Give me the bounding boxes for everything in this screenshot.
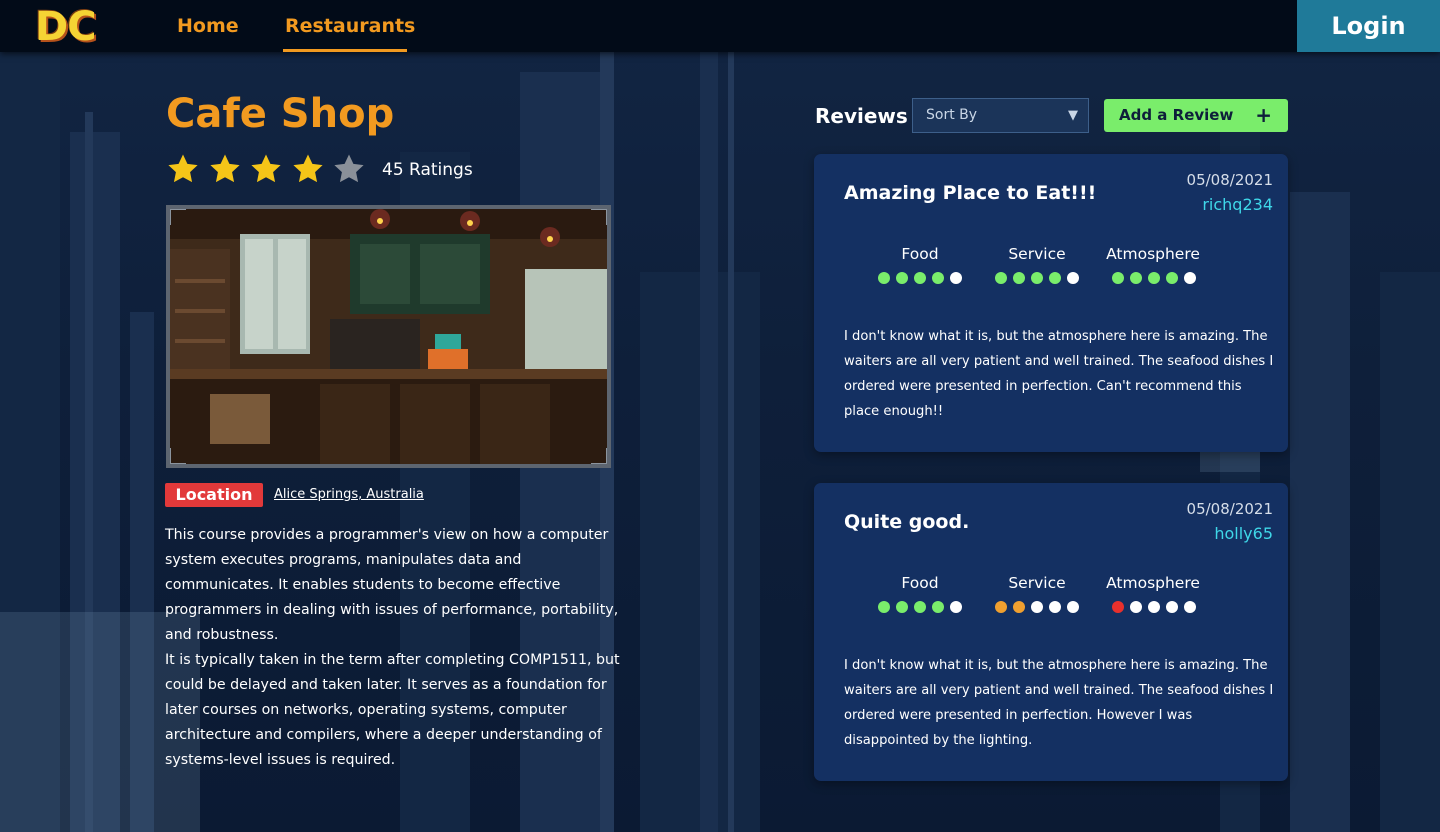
star-filled-icon: [249, 152, 291, 188]
review-date: 05/08/2021: [1186, 171, 1273, 189]
nav-home-link[interactable]: Home: [177, 13, 239, 39]
review-date: 05/08/2021: [1186, 500, 1273, 518]
rating-dot-empty: [950, 272, 962, 284]
rating-dot-empty: [1067, 601, 1079, 613]
review-body: I don't know what it is, but the atmosph…: [844, 658, 1274, 748]
plus-icon: +: [1255, 103, 1272, 127]
rating-stars: [166, 152, 374, 188]
login-button[interactable]: Login: [1297, 0, 1440, 52]
sort-by-label: Sort By: [926, 107, 978, 123]
reviews-heading: Reviews: [815, 104, 908, 128]
review-username[interactable]: holly65: [1214, 523, 1273, 545]
rating-dot-filled: [1148, 272, 1160, 284]
sort-by-dropdown[interactable]: Sort By ▼: [912, 98, 1089, 133]
rating-dot-filled: [878, 601, 890, 613]
food-rating-dots: [878, 272, 968, 284]
rating-category-atmosphere: Atmosphere: [1106, 574, 1200, 592]
rating-dot-filled: [1031, 272, 1043, 284]
star-filled-icon: [166, 152, 208, 188]
rating-dot-empty: [1184, 601, 1196, 613]
site-logo[interactable]: DC: [35, 6, 97, 48]
rating-dot-filled: [914, 601, 926, 613]
atmosphere-rating-dots: [1112, 272, 1202, 284]
rating-dot-filled: [1112, 601, 1124, 613]
cafe-interior-illustration: [170, 209, 607, 464]
description-paragraph: This course provides a programmer's view…: [165, 527, 619, 643]
review-title: Quite good.: [844, 511, 970, 533]
rating-category-food: Food: [901, 245, 939, 263]
food-rating-dots: [878, 601, 968, 613]
rating-dot-filled: [1130, 272, 1142, 284]
rating-dot-filled: [878, 272, 890, 284]
rating-dot-filled: [896, 272, 908, 284]
rating-dot-filled: [995, 272, 1007, 284]
restaurant-photo: [166, 205, 611, 468]
rating-dot-empty: [950, 601, 962, 613]
star-filled-icon: [291, 152, 333, 188]
review-body: I don't know what it is, but the atmosph…: [844, 329, 1274, 419]
rating-dot-filled: [1013, 272, 1025, 284]
review-card: Quite good. 05/08/2021 holly65 Food Serv…: [814, 483, 1288, 781]
rating-dot-empty: [1049, 601, 1061, 613]
rating-category-service: Service: [1008, 245, 1066, 263]
rating-dot-empty: [1031, 601, 1043, 613]
service-rating-dots: [995, 272, 1085, 284]
nav-restaurants-link[interactable]: Restaurants: [285, 13, 415, 39]
add-review-label: Add a Review: [1119, 106, 1234, 124]
rating-category-service: Service: [1008, 574, 1066, 592]
rating-dot-empty: [1148, 601, 1160, 613]
star-filled-icon: [208, 152, 250, 188]
rating-dot-filled: [1013, 601, 1025, 613]
star-empty-icon: [332, 152, 374, 188]
rating-dot-empty: [1166, 601, 1178, 613]
rating-dot-filled: [914, 272, 926, 284]
restaurant-title: Cafe Shop: [166, 91, 395, 137]
rating-dot-empty: [1130, 601, 1142, 613]
review-username[interactable]: richq234: [1202, 194, 1273, 216]
rating-dot-empty: [1067, 272, 1079, 284]
rating-dot-filled: [995, 601, 1007, 613]
ratings-count: 45 Ratings: [382, 160, 473, 180]
rating-dot-filled: [1049, 272, 1061, 284]
rating-category-food: Food: [901, 574, 939, 592]
rating-dot-filled: [1112, 272, 1124, 284]
rating-dot-filled: [1166, 272, 1178, 284]
atmosphere-rating-dots: [1112, 601, 1202, 613]
service-rating-dots: [995, 601, 1085, 613]
rating-category-atmosphere: Atmosphere: [1106, 245, 1200, 263]
chevron-down-icon: ▼: [1068, 108, 1078, 123]
review-title: Amazing Place to Eat!!!: [844, 182, 1097, 204]
location-link[interactable]: Alice Springs, Australia: [274, 486, 424, 504]
rating-dot-filled: [932, 272, 944, 284]
location-badge: Location: [165, 483, 263, 507]
rating-dot-filled: [932, 601, 944, 613]
rating-dot-filled: [896, 601, 908, 613]
review-card: Amazing Place to Eat!!! 05/08/2021 richq…: [814, 154, 1288, 452]
rating-dot-empty: [1184, 272, 1196, 284]
description-paragraph: It is typically taken in the term after …: [165, 652, 620, 768]
add-review-button[interactable]: Add a Review +: [1104, 99, 1288, 132]
nav-active-indicator: [283, 49, 407, 52]
top-navbar: DC Home Restaurants Login: [0, 0, 1440, 52]
